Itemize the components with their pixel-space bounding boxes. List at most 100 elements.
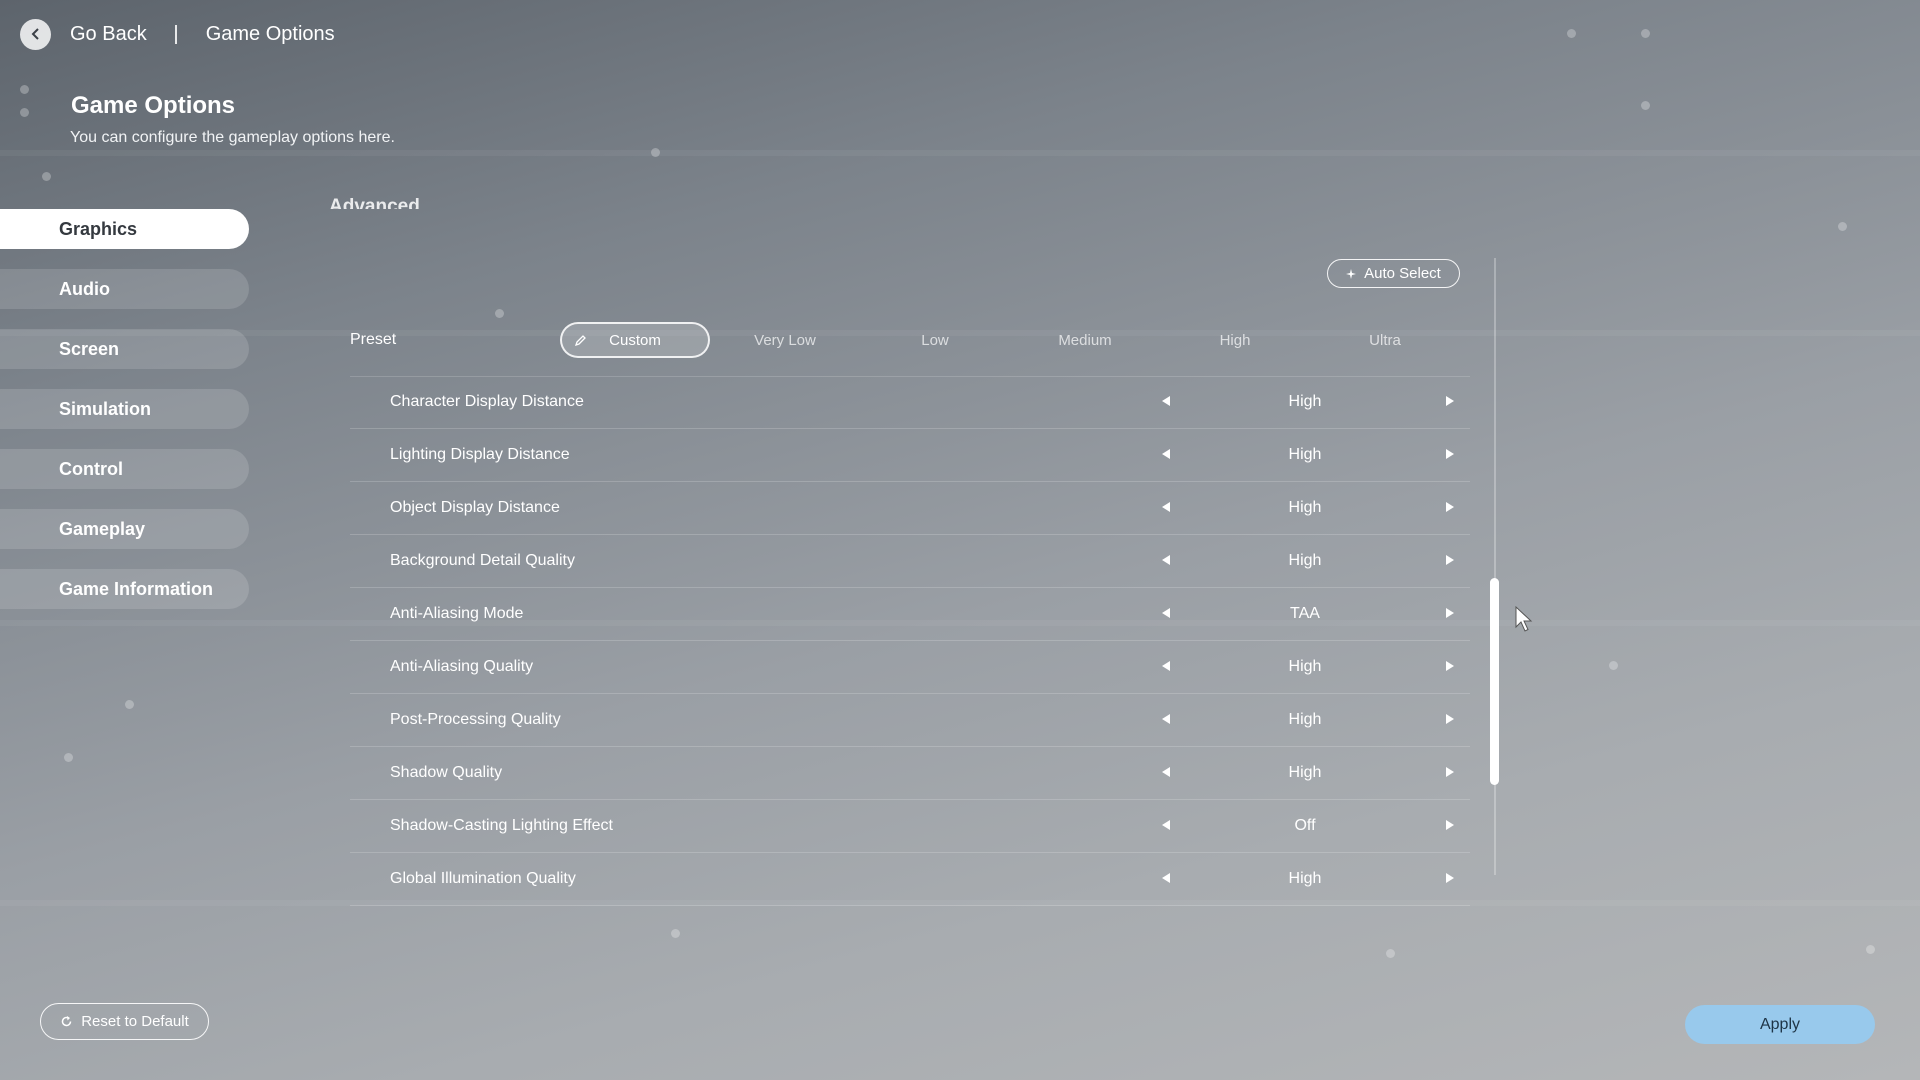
background-dot [64, 753, 73, 762]
setting-value: High [1288, 393, 1322, 410]
next-value-button[interactable] [1443, 765, 1457, 779]
reset-to-default-button[interactable]: Reset to Default [40, 1003, 209, 1040]
previous-value-button[interactable] [1159, 818, 1173, 832]
setting-label: Character Display Distance [390, 393, 584, 410]
reset-label: Reset to Default [81, 1013, 189, 1030]
auto-select-button[interactable]: Auto Select [1327, 259, 1460, 288]
setting-row: Shadow Quality High [350, 747, 1470, 800]
setting-row: Shadow-Casting Lighting Effect Off [350, 800, 1470, 853]
page-subtitle: You can configure the gameplay options h… [70, 129, 395, 146]
triangle-right-icon [1446, 396, 1454, 406]
mouse-cursor-icon [1515, 605, 1533, 632]
next-value-button[interactable] [1443, 659, 1457, 673]
sidebar-item-control[interactable]: Control [0, 449, 249, 489]
background-dot [125, 700, 134, 709]
triangle-right-icon [1446, 555, 1454, 565]
previous-value-button[interactable] [1159, 606, 1173, 620]
next-value-button[interactable] [1443, 871, 1457, 885]
setting-label: Anti-Aliasing Quality [390, 658, 534, 675]
chevron-left-icon [31, 28, 39, 40]
settings-list: Character Display Distance High Lighting… [350, 376, 1470, 906]
triangle-left-icon [1162, 449, 1170, 459]
scrollbar-thumb[interactable] [1490, 578, 1499, 785]
sidebar-item-game-information[interactable]: Game Information [0, 569, 249, 609]
setting-row: Anti-Aliasing Quality High [350, 641, 1470, 694]
next-value-button[interactable] [1443, 500, 1457, 514]
previous-value-button[interactable] [1159, 553, 1173, 567]
triangle-right-icon [1446, 767, 1454, 777]
next-value-button[interactable] [1443, 606, 1457, 620]
sidebar-item-screen[interactable]: Screen [0, 329, 249, 369]
top-bar: Go Back Game Options [20, 18, 335, 50]
auto-select-label: Auto Select [1364, 265, 1441, 282]
next-value-button[interactable] [1443, 712, 1457, 726]
next-value-button[interactable] [1443, 394, 1457, 408]
triangle-left-icon [1162, 608, 1170, 618]
previous-value-button[interactable] [1159, 871, 1173, 885]
preset-option-high[interactable]: High [1160, 322, 1310, 358]
background-dot [1866, 945, 1875, 954]
next-value-button[interactable] [1443, 447, 1457, 461]
background-dot [1567, 29, 1576, 38]
preset-option-very-low[interactable]: Very Low [710, 322, 860, 358]
background-dot [42, 172, 51, 181]
setting-value: High [1288, 446, 1322, 463]
sidebar-item-audio[interactable]: Audio [0, 269, 249, 309]
preset-option-ultra[interactable]: Ultra [1310, 322, 1460, 358]
apply-button[interactable]: Apply [1685, 1005, 1875, 1044]
setting-value: High [1288, 499, 1322, 516]
setting-label: Anti-Aliasing Mode [390, 605, 524, 622]
setting-value: High [1288, 658, 1322, 675]
setting-value: High [1288, 552, 1322, 569]
triangle-right-icon [1446, 714, 1454, 724]
background-dot [1641, 101, 1650, 110]
preset-option-label: Custom [609, 331, 661, 349]
background-dot [1641, 29, 1650, 38]
triangle-right-icon [1446, 502, 1454, 512]
preset-option-low[interactable]: Low [860, 322, 1010, 358]
setting-row: Post-Processing Quality High [350, 694, 1470, 747]
background-dot [495, 309, 504, 318]
next-value-button[interactable] [1443, 553, 1457, 567]
go-back-link[interactable]: Go Back [70, 23, 147, 46]
triangle-right-icon [1446, 873, 1454, 883]
setting-value: High [1288, 870, 1322, 887]
back-button[interactable] [20, 18, 51, 50]
page-title: Game Options [71, 92, 236, 119]
previous-value-button[interactable] [1159, 765, 1173, 779]
setting-row: Anti-Aliasing Mode TAA [350, 588, 1470, 641]
preset-option-custom[interactable]: Custom [560, 322, 710, 358]
setting-label: Lighting Display Distance [390, 446, 570, 463]
triangle-left-icon [1162, 396, 1170, 406]
background-dot [1386, 949, 1395, 958]
section-label: Advanced [329, 196, 420, 209]
reset-icon [61, 1016, 72, 1027]
triangle-left-icon [1162, 502, 1170, 512]
sidebar-item-gameplay[interactable]: Gameplay [0, 509, 249, 549]
setting-row: Character Display Distance High [350, 376, 1470, 429]
setting-label: Post-Processing Quality [390, 711, 561, 728]
preset-option-medium[interactable]: Medium [1010, 322, 1160, 358]
preset-row: Preset Custom Very Low Low Medium High U… [350, 320, 1470, 377]
setting-value: High [1288, 764, 1322, 781]
background-dot [651, 148, 660, 157]
setting-label: Global Illumination Quality [390, 870, 576, 887]
previous-value-button[interactable] [1159, 500, 1173, 514]
next-value-button[interactable] [1443, 818, 1457, 832]
background-stripe [0, 150, 1920, 156]
background-dot [20, 85, 29, 94]
sidebar-item-graphics[interactable]: Graphics [0, 209, 249, 249]
previous-value-button[interactable] [1159, 659, 1173, 673]
previous-value-button[interactable] [1159, 394, 1173, 408]
pencil-icon [574, 334, 586, 346]
setting-row: Global Illumination Quality High [350, 853, 1470, 906]
sidebar: Graphics Audio Screen Simulation Control… [0, 209, 249, 629]
sparkle-icon [1346, 268, 1357, 279]
previous-value-button[interactable] [1159, 447, 1173, 461]
triangle-right-icon [1446, 449, 1454, 459]
previous-value-button[interactable] [1159, 712, 1173, 726]
setting-label: Shadow-Casting Lighting Effect [390, 817, 613, 834]
triangle-right-icon [1446, 661, 1454, 671]
sidebar-item-simulation[interactable]: Simulation [0, 389, 249, 429]
setting-value: High [1288, 711, 1322, 728]
